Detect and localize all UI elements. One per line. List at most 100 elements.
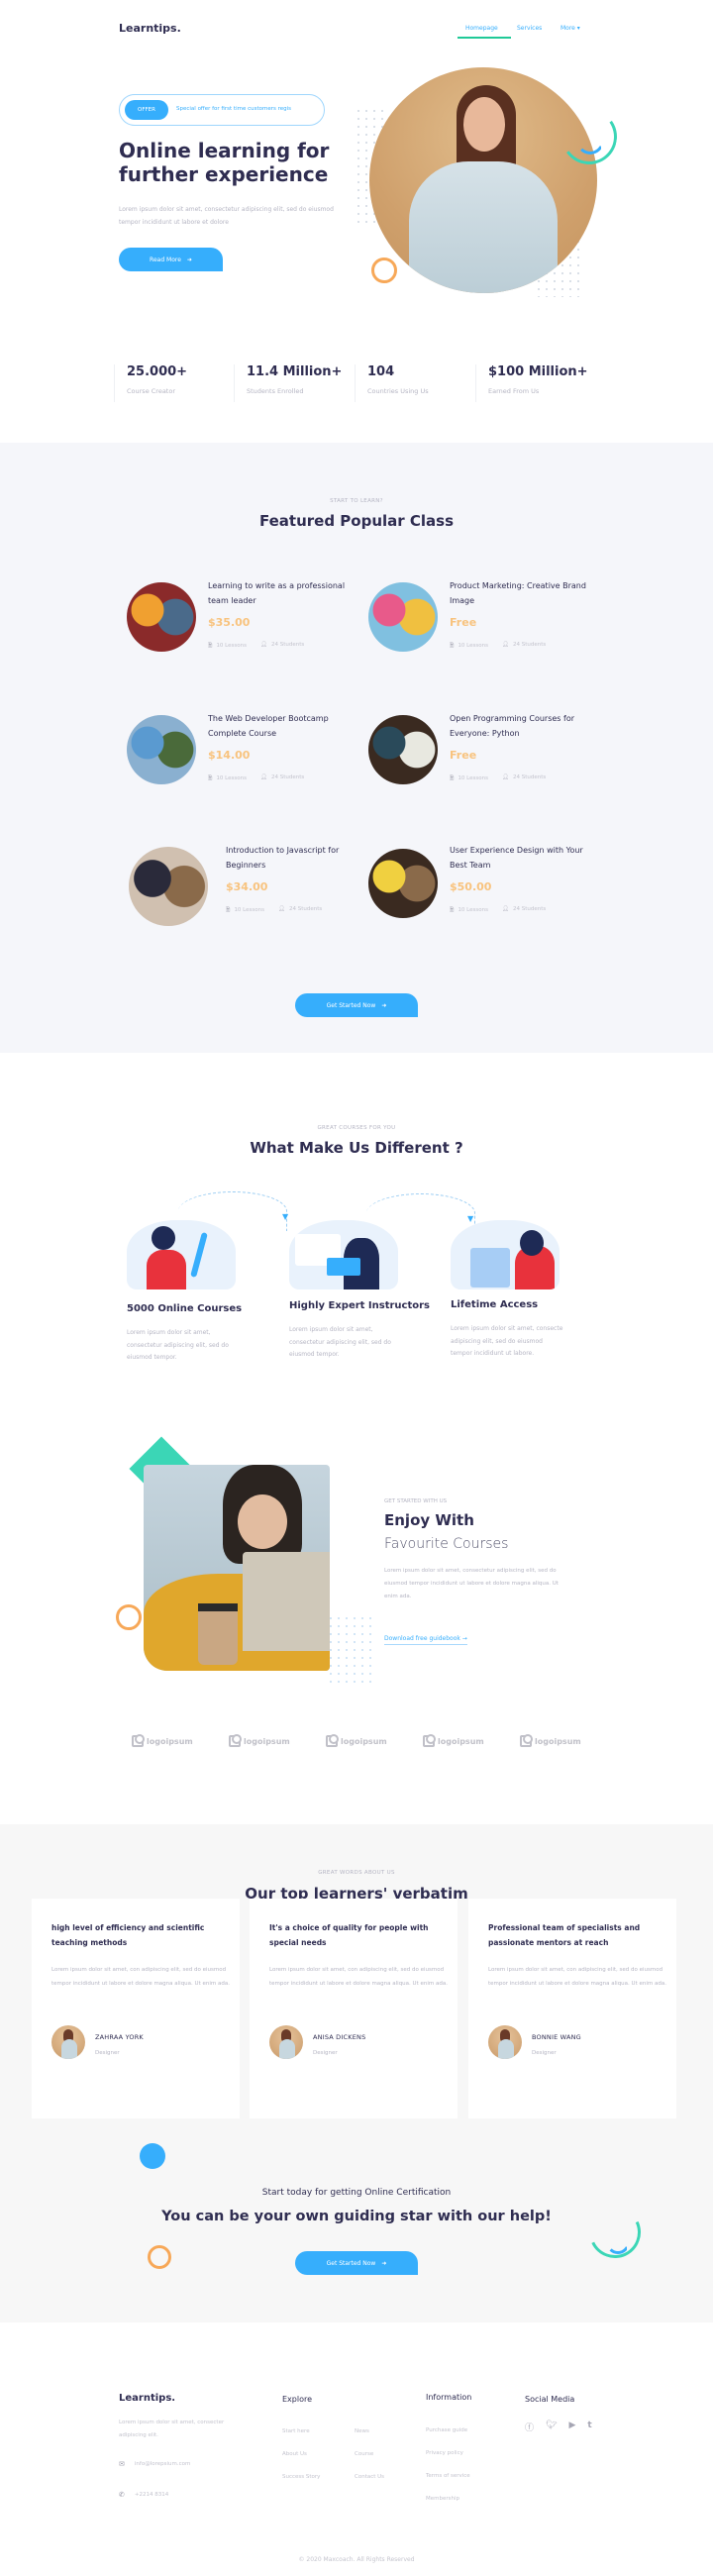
cta-get-started-button[interactable]: Get Started Now ➜ xyxy=(295,2251,418,2275)
stat-students-enrolled: 11.4 Million+ Students Enrolled xyxy=(234,364,342,402)
testimonial-title: It's a choice of quality for people with… xyxy=(269,1923,429,1947)
user-icon: 👤︎ xyxy=(277,906,285,912)
students-text: 24 Students xyxy=(512,906,547,912)
logo-mark-icon xyxy=(520,1734,533,1747)
nav-active-indicator xyxy=(458,37,511,39)
footer-link[interactable]: Start here xyxy=(282,2428,310,2434)
partner-logo: logoipsum xyxy=(326,1734,387,1747)
chevron-down-icon: ▾ xyxy=(576,25,580,32)
user-icon: 👤︎ xyxy=(259,774,267,780)
footer-phone[interactable]: ✆ +2214 8314 xyxy=(119,2491,168,2499)
course-meta: 🗎 10 Lessons 👤︎ 24 Students xyxy=(450,774,546,783)
footer-link[interactable]: Membership xyxy=(426,2496,459,2502)
course-meta: 🗎 10 Lessons 👤︎ 24 Students xyxy=(450,642,546,651)
footer-email[interactable]: ✉ info@lorepsium.com xyxy=(119,2460,190,2468)
course-price: $50.00 xyxy=(450,880,492,893)
decorative-dots xyxy=(327,1614,371,1689)
lessons-text: 10 Lessons xyxy=(458,907,488,913)
course-title[interactable]: User Experience Design with Your Best Te… xyxy=(450,843,598,873)
document-icon: 🗎 xyxy=(450,643,455,649)
user-icon: 👤︎ xyxy=(501,906,509,912)
testimonial-title: Professional team of specialists and pas… xyxy=(488,1923,641,1947)
testimonial-name: ZAHRAA YORK xyxy=(95,2033,144,2041)
course-title[interactable]: Product Marketing: Creative Brand Image xyxy=(450,578,598,608)
testimonial-name: ANISA DICKENS xyxy=(313,2033,366,2041)
lessons-count: 🗎 10 Lessons xyxy=(450,774,488,783)
tumblr-icon[interactable]: t xyxy=(587,2421,591,2433)
instructors-illustration xyxy=(289,1220,398,1289)
cta-subtitle: Start today for getting Online Certifica… xyxy=(261,2188,452,2198)
enjoy-title: Enjoy With xyxy=(384,1511,474,1529)
nav-more[interactable]: More ▾ xyxy=(560,25,580,32)
youtube-icon[interactable]: ▶ xyxy=(568,2421,575,2433)
footer-link[interactable]: Success Story xyxy=(282,2474,320,2480)
course-image[interactable] xyxy=(129,847,208,926)
partner-logo-text: logoipsum xyxy=(535,1736,581,1746)
testimonials-kicker: GREAT WORDS ABOUT US xyxy=(318,1870,395,1876)
students-text: 24 Students xyxy=(270,642,305,648)
document-icon: 🗎 xyxy=(226,907,231,913)
arrow-right-icon: ➜ xyxy=(381,2259,387,2267)
footer-link[interactable]: Terms of service xyxy=(426,2473,470,2479)
read-more-button[interactable]: Read More ➜ xyxy=(119,248,223,271)
document-icon: 🗎 xyxy=(450,907,455,913)
partner-logo-text: logoipsum xyxy=(244,1736,290,1746)
course-title[interactable]: The Web Developer Bootcamp Complete Cour… xyxy=(208,711,356,741)
students-count: 👤︎ 24 Students xyxy=(260,774,304,783)
course-image[interactable] xyxy=(127,582,196,652)
footer-link[interactable]: About Us xyxy=(282,2451,307,2457)
footer-link[interactable]: News xyxy=(355,2428,369,2434)
footer-link[interactable]: Privacy policy xyxy=(426,2450,463,2456)
get-started-button[interactable]: Get Started Now ➜ xyxy=(295,993,418,1017)
nav-homepage[interactable]: Homepage xyxy=(465,25,498,32)
lessons-text: 10 Lessons xyxy=(458,775,488,781)
lessons-text: 10 Lessons xyxy=(216,775,247,781)
facebook-icon[interactable]: ⓕ xyxy=(525,2421,534,2433)
feature-title: Highly Expert Instructors xyxy=(289,1300,431,1311)
footer-logo[interactable]: Learntips. xyxy=(119,2393,175,2404)
feature-description: Lorem ipsum dolor sit amet, consecte adi… xyxy=(451,1325,563,1357)
footer-link[interactable]: Purchase guide xyxy=(426,2427,467,2433)
decorative-ring xyxy=(148,2245,171,2269)
document-icon: 🗎 xyxy=(450,775,455,781)
nav-services[interactable]: Services xyxy=(517,25,542,32)
course-price: $14.00 xyxy=(208,749,251,762)
course-image[interactable] xyxy=(368,849,438,918)
students-count: 👤︎ 24 Students xyxy=(278,906,322,915)
course-meta: 🗎 10 Lessons 👤︎ 24 Students xyxy=(450,906,546,915)
testimonial-card: high level of efficiency and scientific … xyxy=(32,1899,240,2118)
partner-logo: logoipsum xyxy=(423,1734,484,1747)
partner-logo-text: logoipsum xyxy=(438,1736,484,1746)
footer-link[interactable]: Course xyxy=(355,2451,373,2457)
students-text: 24 Students xyxy=(512,642,547,648)
stat-value: 11.4 Million+ xyxy=(247,364,343,379)
avatar xyxy=(488,2025,522,2059)
course-title[interactable]: Introduction to Javascript for Beginners xyxy=(226,843,374,873)
course-meta: 🗎 10 Lessons 👤︎ 24 Students xyxy=(226,906,322,915)
partner-logo-text: logoipsum xyxy=(341,1736,387,1746)
course-meta: 🗎 10 Lessons 👤︎ 24 Students xyxy=(208,774,304,783)
footer-explore-heading: Explore xyxy=(282,2395,313,2404)
download-guidebook-link[interactable]: Download free guidebook → xyxy=(384,1635,467,1645)
site-logo[interactable]: Learntips. xyxy=(119,22,181,35)
students-count: 👤︎ 24 Students xyxy=(502,906,546,915)
lessons-text: 10 Lessons xyxy=(216,643,247,649)
hero-image xyxy=(369,67,597,293)
course-image[interactable] xyxy=(127,715,196,784)
course-title[interactable]: Open Programming Courses for Everyone: P… xyxy=(450,711,598,741)
course-title[interactable]: Learning to write as a professional team… xyxy=(208,578,356,608)
hero-title: Online learning for further experience xyxy=(119,139,330,186)
feature-title: 5000 Online Courses xyxy=(127,1303,243,1314)
testimonial-title: high level of efficiency and scientific … xyxy=(51,1923,205,1947)
lifetime-access-illustration xyxy=(451,1220,560,1289)
cta-button-label: Get Started Now xyxy=(326,2259,376,2267)
stat-label: Students Enrolled xyxy=(247,387,304,395)
enjoy-subtitle: Favourite Courses xyxy=(384,1536,509,1552)
footer-information-heading: Information xyxy=(426,2393,472,2402)
course-image[interactable] xyxy=(368,582,438,652)
twitter-icon[interactable]: 🐦︎ xyxy=(546,2421,557,2433)
mail-icon: ✉ xyxy=(119,2460,125,2468)
footer-link[interactable]: Contact Us xyxy=(355,2474,384,2480)
offer-badge: OFFER xyxy=(125,100,168,120)
course-image[interactable] xyxy=(368,715,438,784)
